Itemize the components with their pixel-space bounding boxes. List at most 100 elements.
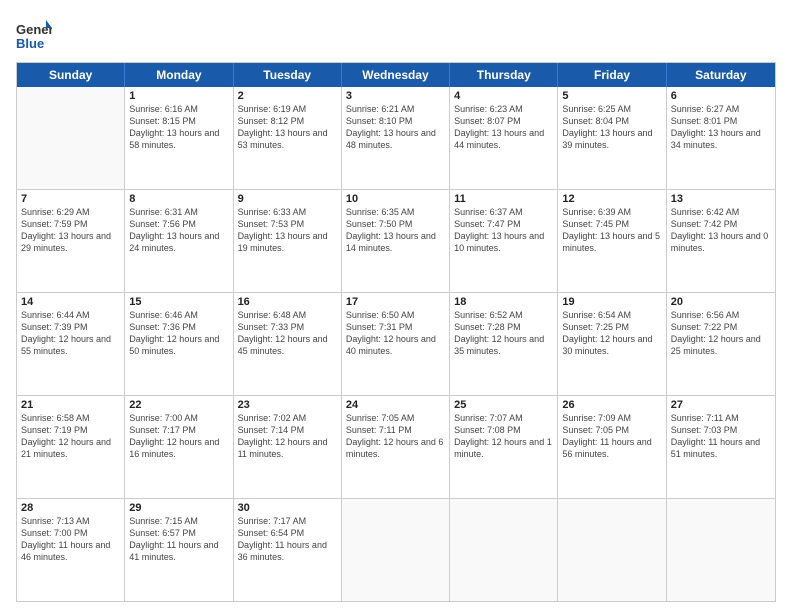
sunset-text: Sunset: 7:39 PM bbox=[21, 321, 120, 333]
sunset-text: Sunset: 7:19 PM bbox=[21, 424, 120, 436]
week-row-4: 28Sunrise: 7:13 AMSunset: 7:00 PMDayligh… bbox=[17, 499, 775, 601]
day-number: 23 bbox=[238, 399, 337, 411]
sunset-text: Sunset: 7:50 PM bbox=[346, 218, 445, 230]
day-cell-13: 13Sunrise: 6:42 AMSunset: 7:42 PMDayligh… bbox=[667, 190, 775, 292]
day-cell-8: 8Sunrise: 6:31 AMSunset: 7:56 PMDaylight… bbox=[125, 190, 233, 292]
sunset-text: Sunset: 8:10 PM bbox=[346, 115, 445, 127]
day-number: 27 bbox=[671, 399, 771, 411]
sunset-text: Sunset: 8:15 PM bbox=[129, 115, 228, 127]
daylight-text: Daylight: 13 hours and 39 minutes. bbox=[562, 127, 661, 151]
day-number: 10 bbox=[346, 193, 445, 205]
page: General Blue SundayMondayTuesdayWednesda… bbox=[0, 0, 792, 612]
day-cell-16: 16Sunrise: 6:48 AMSunset: 7:33 PMDayligh… bbox=[234, 293, 342, 395]
daylight-text: Daylight: 12 hours and 40 minutes. bbox=[346, 333, 445, 357]
day-cell-5: 5Sunrise: 6:25 AMSunset: 8:04 PMDaylight… bbox=[558, 87, 666, 189]
sunrise-text: Sunrise: 6:46 AM bbox=[129, 309, 228, 321]
day-number: 19 bbox=[562, 296, 661, 308]
daylight-text: Daylight: 12 hours and 55 minutes. bbox=[21, 333, 120, 357]
day-number: 1 bbox=[129, 90, 228, 102]
day-cell-1: 1Sunrise: 6:16 AMSunset: 8:15 PMDaylight… bbox=[125, 87, 233, 189]
sunrise-text: Sunrise: 6:56 AM bbox=[671, 309, 771, 321]
sunset-text: Sunset: 7:47 PM bbox=[454, 218, 553, 230]
sunrise-text: Sunrise: 6:21 AM bbox=[346, 103, 445, 115]
day-number: 7 bbox=[21, 193, 120, 205]
sunrise-text: Sunrise: 7:15 AM bbox=[129, 515, 228, 527]
daylight-text: Daylight: 11 hours and 36 minutes. bbox=[238, 539, 337, 563]
header-day-tuesday: Tuesday bbox=[234, 63, 342, 87]
day-number: 11 bbox=[454, 193, 553, 205]
day-number: 15 bbox=[129, 296, 228, 308]
empty-cell bbox=[558, 499, 666, 601]
sunrise-text: Sunrise: 7:17 AM bbox=[238, 515, 337, 527]
sunset-text: Sunset: 7:59 PM bbox=[21, 218, 120, 230]
daylight-text: Daylight: 11 hours and 56 minutes. bbox=[562, 436, 661, 460]
day-cell-14: 14Sunrise: 6:44 AMSunset: 7:39 PMDayligh… bbox=[17, 293, 125, 395]
empty-cell bbox=[667, 499, 775, 601]
day-number: 24 bbox=[346, 399, 445, 411]
daylight-text: Daylight: 12 hours and 16 minutes. bbox=[129, 436, 228, 460]
sunset-text: Sunset: 7:08 PM bbox=[454, 424, 553, 436]
empty-cell bbox=[342, 499, 450, 601]
header-day-sunday: Sunday bbox=[17, 63, 125, 87]
sunrise-text: Sunrise: 7:07 AM bbox=[454, 412, 553, 424]
sunrise-text: Sunrise: 7:00 AM bbox=[129, 412, 228, 424]
sunset-text: Sunset: 7:00 PM bbox=[21, 527, 120, 539]
day-number: 28 bbox=[21, 502, 120, 514]
daylight-text: Daylight: 11 hours and 46 minutes. bbox=[21, 539, 120, 563]
daylight-text: Daylight: 12 hours and 6 minutes. bbox=[346, 436, 445, 460]
day-cell-22: 22Sunrise: 7:00 AMSunset: 7:17 PMDayligh… bbox=[125, 396, 233, 498]
calendar-header: SundayMondayTuesdayWednesdayThursdayFrid… bbox=[17, 63, 775, 87]
sunset-text: Sunset: 7:42 PM bbox=[671, 218, 771, 230]
sunrise-text: Sunrise: 6:52 AM bbox=[454, 309, 553, 321]
day-cell-27: 27Sunrise: 7:11 AMSunset: 7:03 PMDayligh… bbox=[667, 396, 775, 498]
daylight-text: Daylight: 13 hours and 19 minutes. bbox=[238, 230, 337, 254]
sunset-text: Sunset: 7:56 PM bbox=[129, 218, 228, 230]
day-number: 8 bbox=[129, 193, 228, 205]
week-row-1: 7Sunrise: 6:29 AMSunset: 7:59 PMDaylight… bbox=[17, 190, 775, 293]
logo: General Blue bbox=[16, 18, 56, 54]
day-cell-28: 28Sunrise: 7:13 AMSunset: 7:00 PMDayligh… bbox=[17, 499, 125, 601]
daylight-text: Daylight: 13 hours and 34 minutes. bbox=[671, 127, 771, 151]
day-cell-20: 20Sunrise: 6:56 AMSunset: 7:22 PMDayligh… bbox=[667, 293, 775, 395]
svg-text:Blue: Blue bbox=[16, 36, 44, 51]
header: General Blue bbox=[16, 14, 776, 54]
day-number: 9 bbox=[238, 193, 337, 205]
day-cell-15: 15Sunrise: 6:46 AMSunset: 7:36 PMDayligh… bbox=[125, 293, 233, 395]
header-day-friday: Friday bbox=[558, 63, 666, 87]
day-number: 13 bbox=[671, 193, 771, 205]
empty-cell bbox=[450, 499, 558, 601]
day-number: 25 bbox=[454, 399, 553, 411]
sunset-text: Sunset: 8:04 PM bbox=[562, 115, 661, 127]
day-cell-6: 6Sunrise: 6:27 AMSunset: 8:01 PMDaylight… bbox=[667, 87, 775, 189]
sunrise-text: Sunrise: 6:23 AM bbox=[454, 103, 553, 115]
sunrise-text: Sunrise: 6:25 AM bbox=[562, 103, 661, 115]
day-cell-2: 2Sunrise: 6:19 AMSunset: 8:12 PMDaylight… bbox=[234, 87, 342, 189]
day-cell-19: 19Sunrise: 6:54 AMSunset: 7:25 PMDayligh… bbox=[558, 293, 666, 395]
sunset-text: Sunset: 7:45 PM bbox=[562, 218, 661, 230]
day-cell-25: 25Sunrise: 7:07 AMSunset: 7:08 PMDayligh… bbox=[450, 396, 558, 498]
sunset-text: Sunset: 6:57 PM bbox=[129, 527, 228, 539]
week-row-3: 21Sunrise: 6:58 AMSunset: 7:19 PMDayligh… bbox=[17, 396, 775, 499]
sunrise-text: Sunrise: 6:33 AM bbox=[238, 206, 337, 218]
day-cell-21: 21Sunrise: 6:58 AMSunset: 7:19 PMDayligh… bbox=[17, 396, 125, 498]
sunset-text: Sunset: 7:17 PM bbox=[129, 424, 228, 436]
sunrise-text: Sunrise: 7:13 AM bbox=[21, 515, 120, 527]
header-day-thursday: Thursday bbox=[450, 63, 558, 87]
day-number: 12 bbox=[562, 193, 661, 205]
sunset-text: Sunset: 8:01 PM bbox=[671, 115, 771, 127]
day-number: 17 bbox=[346, 296, 445, 308]
sunset-text: Sunset: 7:03 PM bbox=[671, 424, 771, 436]
daylight-text: Daylight: 12 hours and 1 minute. bbox=[454, 436, 553, 460]
daylight-text: Daylight: 12 hours and 45 minutes. bbox=[238, 333, 337, 357]
sunset-text: Sunset: 7:31 PM bbox=[346, 321, 445, 333]
sunrise-text: Sunrise: 6:27 AM bbox=[671, 103, 771, 115]
daylight-text: Daylight: 11 hours and 41 minutes. bbox=[129, 539, 228, 563]
sunrise-text: Sunrise: 7:11 AM bbox=[671, 412, 771, 424]
day-number: 26 bbox=[562, 399, 661, 411]
sunset-text: Sunset: 7:05 PM bbox=[562, 424, 661, 436]
day-cell-12: 12Sunrise: 6:39 AMSunset: 7:45 PMDayligh… bbox=[558, 190, 666, 292]
day-cell-10: 10Sunrise: 6:35 AMSunset: 7:50 PMDayligh… bbox=[342, 190, 450, 292]
empty-cell bbox=[17, 87, 125, 189]
day-number: 21 bbox=[21, 399, 120, 411]
day-number: 14 bbox=[21, 296, 120, 308]
